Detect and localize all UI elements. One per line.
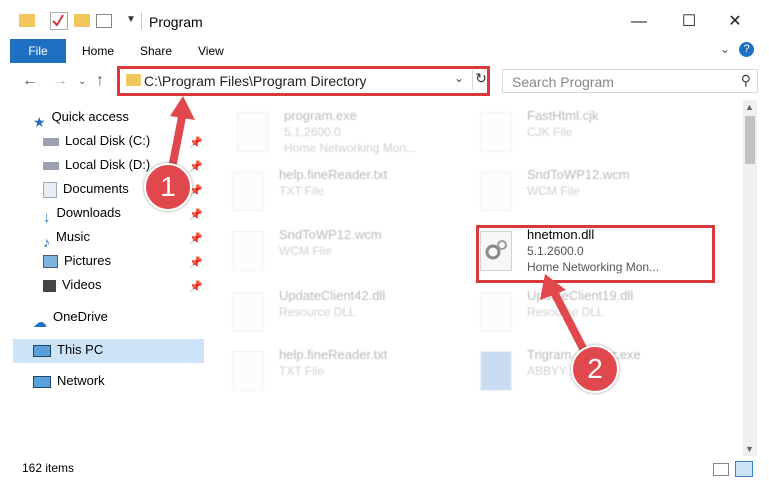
step-badge-2: 2 bbox=[571, 345, 619, 393]
step-badge-1: 1 bbox=[144, 163, 192, 211]
annotation-arrows bbox=[166, 96, 594, 364]
